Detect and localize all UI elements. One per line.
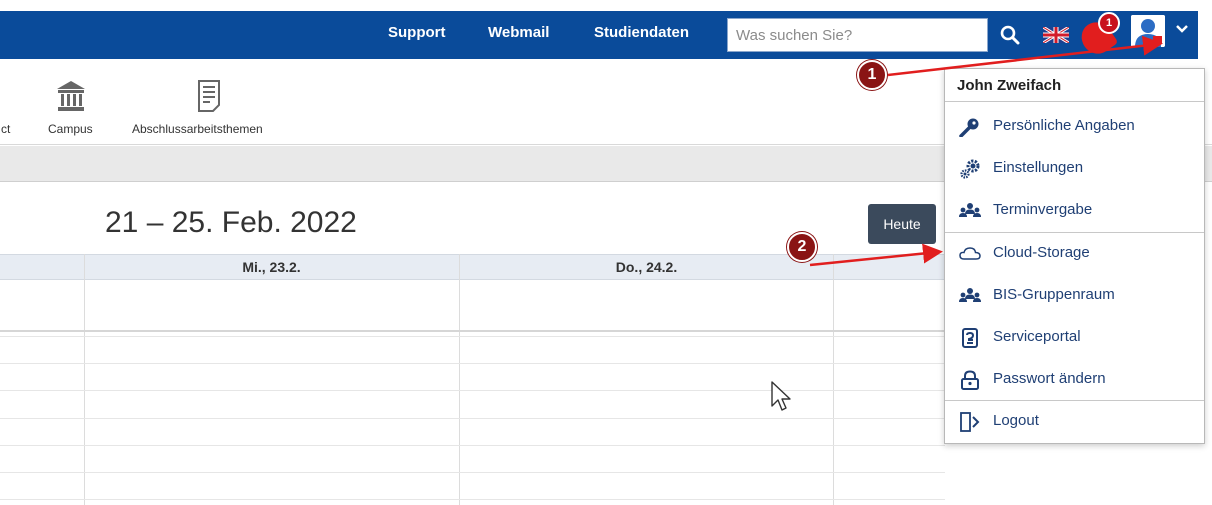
grid-line [0, 499, 945, 500]
callout-2: 2 [787, 232, 817, 262]
group-icon [959, 288, 981, 302]
grid-line [0, 390, 945, 391]
menu-item-label: Passwort ändern [993, 370, 1106, 387]
menu-item-serviceportal[interactable]: Serviceportal [945, 317, 1204, 359]
menu-user-name: John Zweifach [945, 69, 1204, 102]
nav-link-studiendaten[interactable]: Studiendaten [594, 24, 689, 41]
grid-line [84, 254, 85, 505]
logout-icon [960, 412, 980, 432]
gears-icon [960, 159, 980, 179]
menu-item-cloud-storage[interactable]: Cloud-Storage [945, 233, 1204, 275]
today-button[interactable]: Heute [868, 204, 936, 244]
menu-item-label: Persönliche Angaben [993, 117, 1135, 134]
menu-item-einstellungen[interactable]: Einstellungen [945, 148, 1204, 190]
bank-icon[interactable] [55, 79, 87, 113]
menu-item-label: Logout [993, 412, 1039, 429]
day-header-thursday[interactable]: Do., 24.2. [460, 255, 833, 279]
key-icon [959, 118, 979, 137]
grid-line [0, 363, 945, 364]
chevron-down-icon[interactable] [1174, 23, 1190, 35]
menu-item-persoenliche-angaben[interactable]: Persönliche Angaben [945, 106, 1204, 148]
top-navigation-bar: Support Webmail Studiendaten 1 [0, 11, 1198, 60]
menu-item-passwort-aendern[interactable]: Passwort ändern [945, 359, 1204, 401]
callout-1: 1 [857, 60, 887, 90]
menu-item-bis-gruppenraum[interactable]: BIS-Gruppenraum [945, 275, 1204, 317]
notification-badge[interactable]: 1 [1098, 12, 1120, 34]
menu-item-logout[interactable]: Logout [945, 401, 1204, 443]
menu-item-terminvergabe[interactable]: Terminvergabe [945, 190, 1204, 232]
avatar-icon [1131, 15, 1165, 47]
document-icon[interactable] [195, 79, 223, 113]
uk-flag-icon[interactable] [1043, 27, 1069, 43]
menu-item-label: Cloud-Storage [993, 244, 1090, 261]
nav-link-support[interactable]: Support [388, 24, 446, 41]
menu-item-label: BIS-Gruppenraum [993, 286, 1115, 303]
user-dropdown-menu: John Zweifach Persönliche Angaben Einste… [944, 68, 1205, 444]
service-icon [962, 328, 978, 348]
search-input[interactable] [728, 19, 987, 51]
cloud-icon [959, 247, 981, 260]
grid-line [0, 330, 945, 332]
grid-line [0, 418, 945, 419]
menu-item-label: Terminvergabe [993, 201, 1093, 218]
toolbar-item-campus[interactable]: Campus [48, 122, 93, 136]
search-box [727, 18, 988, 52]
grid-line [0, 336, 945, 337]
lock-icon [961, 370, 979, 390]
mouse-cursor-icon [771, 381, 791, 411]
user-avatar-button[interactable] [1131, 15, 1165, 47]
grid-line [833, 254, 834, 505]
calendar-range-title: 21 – 25. Feb. 2022 [105, 206, 357, 239]
grid-line [459, 254, 460, 505]
grid-line [0, 472, 945, 473]
toolbar-item-abschlussarbeitsthemen[interactable]: Abschlussarbeitsthemen [132, 122, 263, 136]
menu-item-label: Einstellungen [993, 159, 1084, 176]
group-icon [959, 203, 981, 217]
toolbar-cut-label: ct [1, 122, 11, 136]
nav-link-webmail[interactable]: Webmail [488, 24, 549, 41]
day-header-wednesday[interactable]: Mi., 23.2. [84, 255, 459, 279]
grid-line [0, 445, 945, 446]
menu-item-label: Serviceportal [993, 328, 1081, 345]
search-icon[interactable] [997, 22, 1023, 48]
